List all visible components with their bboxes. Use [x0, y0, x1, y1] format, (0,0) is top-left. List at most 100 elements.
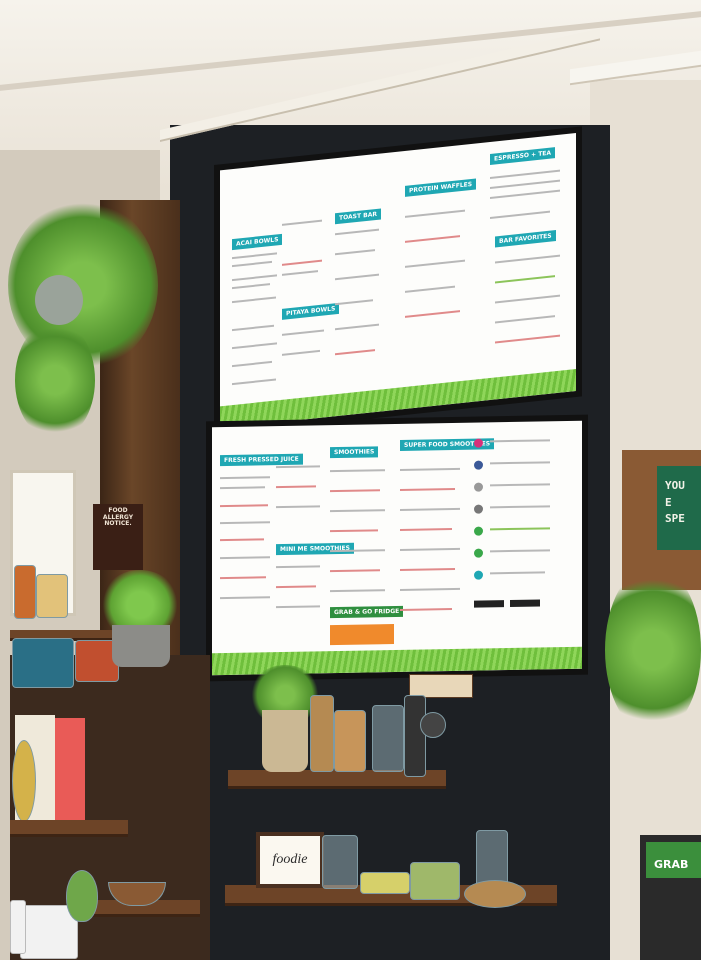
menu-screen-top-display: ACAI BOWLS TOAST BAR PROTEIN WAFFLES ESP… [220, 132, 576, 429]
menu-text-line [282, 270, 318, 276]
menu-text-line [490, 169, 560, 179]
menu-text-line [232, 252, 277, 260]
book [55, 718, 65, 825]
storefront-photo: FOOD ALLERGY NOTICE. ACAI BOWLS TOAST BA… [0, 0, 701, 960]
menu-text-line [220, 538, 264, 542]
menu-text-line [220, 556, 270, 560]
menu-header: FRESH PRESSED JUICE [220, 453, 303, 467]
hanging-pot [35, 275, 83, 325]
menu-text-line [335, 273, 379, 281]
menu-text-line [400, 587, 460, 591]
menu-text-line [490, 461, 550, 465]
menu-text-line [220, 486, 265, 490]
lid-basket [410, 862, 460, 900]
jar [36, 574, 68, 618]
menu-header: PITAYA BOWLS [282, 302, 340, 320]
info-icon [474, 548, 483, 558]
letter-board-line: SPE [665, 512, 685, 525]
truck-icon [474, 482, 483, 492]
menu-text-line [335, 349, 375, 356]
snack-box [12, 638, 74, 688]
letter-board: YOU E SPE [657, 466, 701, 550]
menu-text-line [400, 507, 460, 511]
menu-text-line [400, 567, 455, 571]
menu-text-line [232, 342, 277, 350]
menu-text-line [276, 605, 320, 609]
menu-text-line [335, 228, 379, 236]
menu-text-line [400, 547, 460, 551]
menu-text-line [400, 467, 460, 471]
menu-text-line [232, 274, 277, 282]
wall-shelf [10, 820, 128, 837]
plant-pot [112, 625, 170, 667]
menu-text-line [495, 334, 560, 344]
menu-text-line [330, 589, 385, 593]
menu-text-line [495, 275, 555, 284]
foodie-sign: foodie [256, 832, 324, 888]
colored-utensils [360, 872, 410, 894]
menu-text-line [220, 521, 270, 525]
menu-text-line [490, 483, 550, 487]
wall-plant [605, 565, 701, 735]
menu-text-line [220, 504, 268, 508]
menu-text-line [276, 585, 316, 589]
menu-text-line [490, 179, 560, 189]
menu-text-line [335, 299, 373, 306]
book [65, 718, 75, 825]
grab-and-go-box [330, 624, 394, 646]
menu-screen-bottom-display: FRESH PRESSED JUICE SMOOTHIES SUPER FOOD… [212, 420, 582, 676]
menu-text-line [405, 235, 460, 243]
menu-text-line [330, 509, 385, 513]
menu-text-line [495, 254, 560, 264]
menu-text-line [232, 260, 272, 268]
menu-text-line [282, 349, 320, 356]
food-allergy-sign: FOOD ALLERGY NOTICE. [93, 504, 143, 570]
wood-stand [464, 880, 526, 908]
utensil-jar [310, 695, 334, 772]
menu-header: PROTEIN WAFFLES [405, 178, 477, 197]
menu-header: GRAB & GO FRIDGE [330, 605, 404, 619]
menu-text-line [405, 209, 465, 218]
menu-text-line [220, 476, 270, 480]
info-icon [474, 526, 483, 536]
menu-header: MINI ME SMOOTHIES [276, 542, 354, 556]
menu-screen-top: ACAI BOWLS TOAST BAR PROTEIN WAFFLES ESP… [214, 126, 582, 435]
plant-pot [262, 710, 308, 772]
star-icon [474, 570, 483, 580]
menu-header: BAR FAVORITES [495, 230, 556, 248]
letter-board-line: YOU [665, 479, 685, 492]
menu-text-line [400, 608, 452, 611]
menu-text-line [330, 469, 385, 473]
menu-header: SMOOTHIES [330, 446, 379, 459]
menu-text-line [495, 294, 560, 304]
gift-card-icon [474, 504, 483, 514]
menu-text-line [490, 439, 550, 443]
book [75, 718, 85, 825]
menu-text-line [276, 505, 320, 509]
menu-text-line [232, 378, 276, 386]
menu-text-line [232, 296, 276, 304]
app-store-badge [474, 600, 504, 608]
menu-text-line [220, 596, 270, 600]
menu-header: ACAI BOWLS [232, 233, 283, 251]
menu-text-line [335, 249, 375, 256]
menu-text-line [232, 324, 274, 332]
menu-text-line [282, 219, 322, 226]
straw-jar [322, 835, 358, 889]
menu-text-line [405, 259, 465, 268]
pineapple-decor [12, 740, 36, 822]
menu-text-line [276, 565, 320, 569]
menu-text-line [400, 528, 452, 531]
menu-text-line [490, 210, 550, 219]
menu-text-line [405, 285, 455, 293]
menu-text-line [330, 529, 378, 533]
pear-decor [66, 870, 98, 922]
menu-header: ESPRESSO + TEA [490, 147, 556, 165]
straw-jar [372, 705, 404, 772]
menu-text-line [490, 189, 560, 199]
menu-text-line [490, 549, 550, 553]
menu-screen-bottom: FRESH PRESSED JUICE SMOOTHIES SUPER FOOD… [206, 414, 588, 682]
menu-text-line [276, 485, 316, 489]
menu-text-line [330, 549, 385, 553]
menu-text-line [490, 571, 545, 575]
